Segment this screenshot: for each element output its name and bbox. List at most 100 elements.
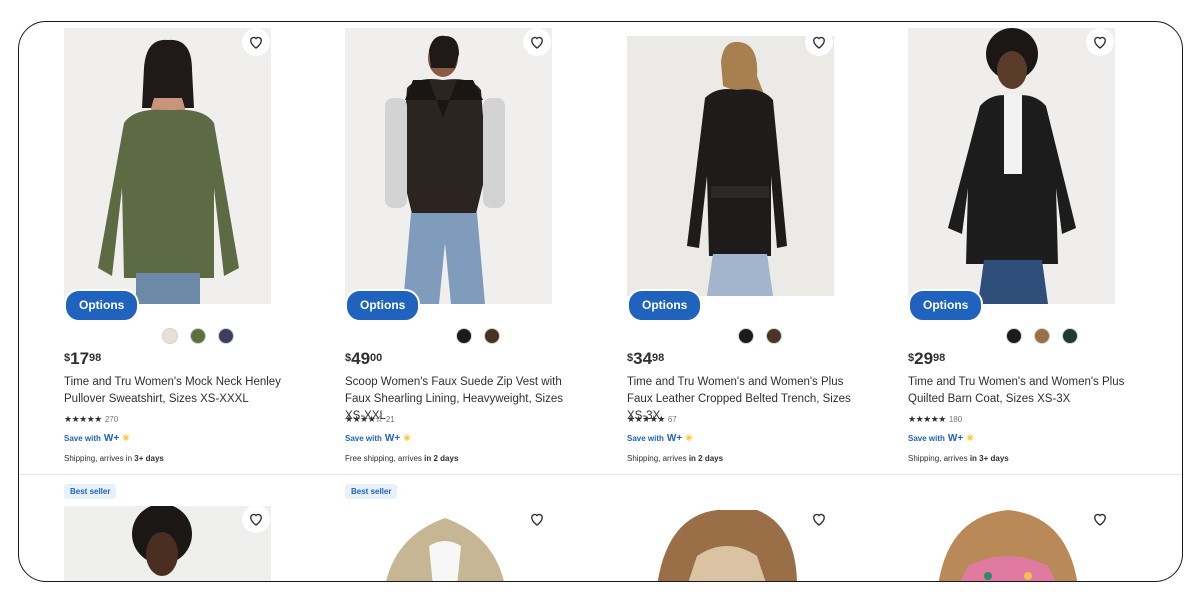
product-image[interactable] bbox=[345, 28, 552, 304]
walmart-plus-icon: W+ bbox=[103, 433, 120, 444]
color-swatch[interactable] bbox=[190, 328, 206, 344]
save-label: Save with bbox=[627, 434, 664, 443]
favorite-button[interactable] bbox=[1086, 505, 1114, 533]
shipping-info: Shipping, arrives in 2 days bbox=[627, 454, 723, 463]
product-figure bbox=[98, 39, 239, 304]
rating-stars-icon: ★★★★★ bbox=[627, 414, 665, 424]
heart-outline-icon bbox=[250, 36, 262, 49]
shipping-eta: in 2 days bbox=[424, 454, 459, 463]
row-divider bbox=[19, 474, 1182, 475]
price-currency: $ bbox=[908, 352, 915, 364]
shipping-info: Shipping, arrives in 3+ days bbox=[64, 454, 164, 463]
price-currency: $ bbox=[627, 352, 634, 364]
product-figure bbox=[385, 35, 505, 304]
product-figure bbox=[938, 510, 1078, 581]
best-seller-badge: Best seller bbox=[345, 484, 398, 499]
shipping-prefix: Shipping, arrives bbox=[908, 454, 970, 463]
product-image[interactable] bbox=[345, 506, 552, 581]
product-image[interactable] bbox=[64, 28, 271, 304]
product-rating: ★★★★★ 67 bbox=[627, 414, 677, 425]
product-rating: ★★★★★ 180 bbox=[908, 414, 962, 425]
walmart-plus-icon: W+ bbox=[384, 433, 401, 444]
spark-icon: ✳ bbox=[966, 433, 974, 443]
walmart-plus-save: Save with W+ ✳ bbox=[345, 433, 411, 444]
heart-outline-icon bbox=[813, 36, 825, 49]
heart-outline-icon bbox=[1094, 36, 1106, 49]
walmart-plus-save: Save with W+ ✳ bbox=[908, 433, 974, 444]
color-swatches bbox=[456, 328, 500, 344]
favorite-button[interactable] bbox=[242, 505, 270, 533]
product-image[interactable] bbox=[908, 28, 1115, 304]
spark-icon: ✳ bbox=[122, 433, 130, 443]
color-swatch[interactable] bbox=[1034, 328, 1050, 344]
price-cents: 98 bbox=[652, 352, 665, 364]
price-currency: $ bbox=[64, 352, 71, 364]
shipping-info: Free shipping, arrives in 2 days bbox=[345, 454, 458, 463]
favorite-button[interactable] bbox=[1086, 28, 1114, 56]
product-image[interactable] bbox=[627, 506, 834, 581]
rating-count: 21 bbox=[385, 415, 395, 424]
walmart-plus-icon: W+ bbox=[947, 433, 964, 444]
product-figure bbox=[687, 41, 787, 296]
price-dollars: 17 bbox=[70, 349, 90, 368]
price-dollars: 29 bbox=[914, 349, 934, 368]
product-rating: ★★★★★ 270 bbox=[64, 414, 118, 425]
product-title[interactable]: Time and Tru Women's and Women's Plus Qu… bbox=[908, 374, 1148, 408]
product-rating: ★★★★☆ 21 bbox=[345, 414, 395, 425]
product-price: $1798 bbox=[64, 349, 101, 369]
product-price: $4900 bbox=[345, 349, 382, 369]
price-cents: 98 bbox=[89, 352, 102, 364]
rating-stars-icon: ★★★★★ bbox=[908, 414, 946, 424]
heart-outline-icon bbox=[1094, 513, 1106, 526]
color-swatch[interactable] bbox=[766, 328, 782, 344]
product-image[interactable] bbox=[627, 36, 834, 296]
favorite-button[interactable] bbox=[523, 505, 551, 533]
favorite-button[interactable] bbox=[242, 28, 270, 56]
product-figure bbox=[132, 506, 192, 576]
color-swatches bbox=[1006, 328, 1078, 344]
color-swatch[interactable] bbox=[1062, 328, 1078, 344]
price-currency: $ bbox=[345, 352, 352, 364]
save-label: Save with bbox=[908, 434, 945, 443]
walmart-plus-icon: W+ bbox=[666, 433, 683, 444]
product-figure bbox=[386, 518, 504, 581]
color-swatch[interactable] bbox=[218, 328, 234, 344]
save-label: Save with bbox=[64, 434, 101, 443]
heart-outline-icon bbox=[813, 513, 825, 526]
product-title[interactable]: Time and Tru Women's Mock Neck Henley Pu… bbox=[64, 374, 304, 408]
color-swatch[interactable] bbox=[484, 328, 500, 344]
favorite-button[interactable] bbox=[523, 28, 551, 56]
shipping-prefix: Shipping, arrives bbox=[627, 454, 689, 463]
heart-outline-icon bbox=[531, 36, 543, 49]
favorite-button[interactable] bbox=[805, 28, 833, 56]
shipping-info: Shipping, arrives in 3+ days bbox=[908, 454, 1009, 463]
product-image[interactable] bbox=[64, 506, 271, 581]
product-grid-frame: Options $1798 Time and Tru Women's Mock … bbox=[18, 21, 1183, 582]
color-swatch[interactable] bbox=[162, 328, 178, 344]
shipping-prefix: Shipping, arrives in bbox=[64, 454, 135, 463]
rating-stars-icon: ★★★★☆ bbox=[345, 414, 383, 424]
price-cents: 98 bbox=[933, 352, 946, 364]
product-price: $2998 bbox=[908, 349, 945, 369]
options-button[interactable]: Options bbox=[64, 289, 140, 322]
spark-icon: ✳ bbox=[685, 433, 693, 443]
options-button[interactable]: Options bbox=[627, 289, 703, 322]
shipping-eta: in 3+ days bbox=[969, 454, 1009, 463]
product-image[interactable] bbox=[908, 506, 1115, 581]
rating-count: 270 bbox=[104, 415, 119, 424]
price-dollars: 49 bbox=[351, 349, 371, 368]
shipping-eta: 3+ days bbox=[134, 454, 164, 463]
save-label: Save with bbox=[345, 434, 382, 443]
best-seller-badge: Best seller bbox=[64, 484, 117, 499]
price-cents: 00 bbox=[370, 352, 383, 364]
options-button[interactable]: Options bbox=[345, 289, 421, 322]
favorite-button[interactable] bbox=[805, 505, 833, 533]
color-swatches bbox=[738, 328, 782, 344]
options-button[interactable]: Options bbox=[908, 289, 984, 322]
color-swatch[interactable] bbox=[456, 328, 472, 344]
color-swatch[interactable] bbox=[1006, 328, 1022, 344]
rating-stars-icon: ★★★★★ bbox=[64, 414, 102, 424]
color-swatch[interactable] bbox=[738, 328, 754, 344]
shipping-prefix: Free shipping, arrives bbox=[345, 454, 425, 463]
price-dollars: 34 bbox=[633, 349, 653, 368]
